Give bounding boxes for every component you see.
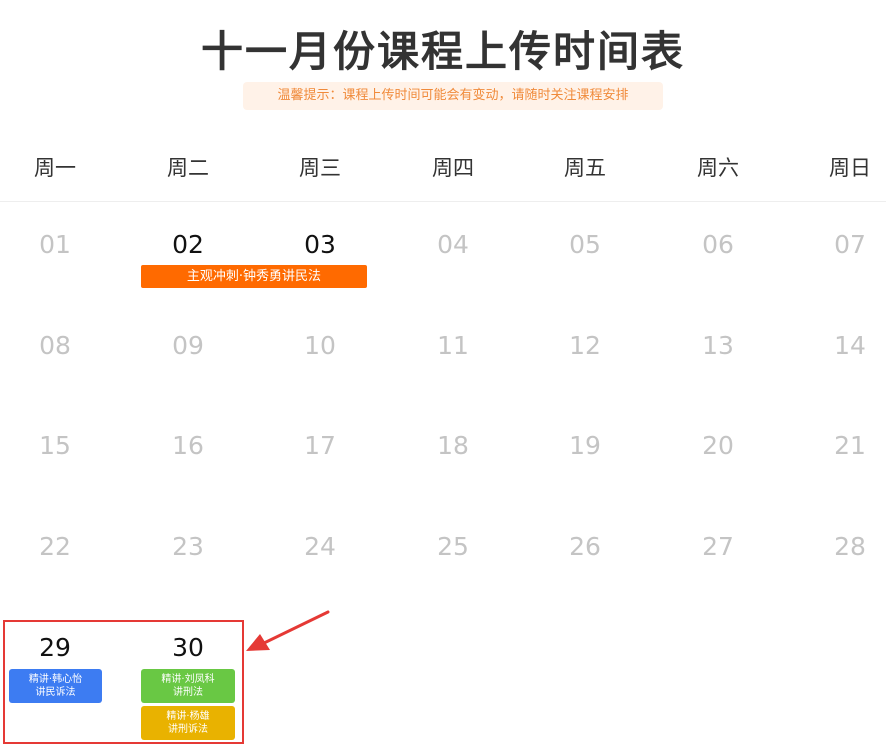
day-28[interactable]: 28 — [810, 532, 886, 561]
day-12[interactable]: 12 — [545, 331, 625, 360]
day-02[interactable]: 02 — [148, 230, 228, 259]
warm-tip-banner: 温馨提示：课程上传时间可能会有变动，请随时关注课程安排 — [243, 82, 663, 110]
page-title: 十一月份课程上传时间表 — [200, 27, 685, 76]
day-27[interactable]: 27 — [678, 532, 758, 561]
weekday-sun: 周日 — [829, 156, 871, 180]
day-26[interactable]: 26 — [545, 532, 625, 561]
day-19[interactable]: 19 — [545, 431, 625, 460]
day-25[interactable]: 25 — [413, 532, 493, 561]
day-04[interactable]: 04 — [413, 230, 493, 259]
day-03[interactable]: 03 — [280, 230, 360, 259]
day-11[interactable]: 11 — [413, 331, 493, 360]
weekday-thu: 周四 — [432, 156, 474, 180]
weekday-wed: 周三 — [299, 156, 341, 180]
day-17[interactable]: 17 — [280, 431, 360, 460]
weekday-mon: 周一 — [34, 156, 76, 180]
day-13[interactable]: 13 — [678, 331, 758, 360]
day-07[interactable]: 07 — [810, 230, 886, 259]
weekday-header: 周一 周二 周三 周四 周五 周六 周日 — [0, 152, 886, 188]
day-10[interactable]: 10 — [280, 331, 360, 360]
day-01[interactable]: 01 — [15, 230, 95, 259]
day-20[interactable]: 20 — [678, 431, 758, 460]
annotation-arrow-icon — [246, 610, 330, 651]
day-23[interactable]: 23 — [148, 532, 228, 561]
day-21[interactable]: 21 — [810, 431, 886, 460]
header-divider — [0, 201, 886, 202]
day-08[interactable]: 08 — [15, 331, 95, 360]
day-05[interactable]: 05 — [545, 230, 625, 259]
annotation-highlight-box — [3, 620, 244, 744]
weekday-sat: 周六 — [697, 156, 739, 180]
day-18[interactable]: 18 — [413, 431, 493, 460]
day-09[interactable]: 09 — [148, 331, 228, 360]
day-16[interactable]: 16 — [148, 431, 228, 460]
weekday-fri: 周五 — [564, 156, 606, 180]
day-06[interactable]: 06 — [678, 230, 758, 259]
day-22[interactable]: 22 — [15, 532, 95, 561]
day-15[interactable]: 15 — [15, 431, 95, 460]
event-zhong-xiuyong-civil-law[interactable]: 主观冲刺·钟秀勇讲民法 — [141, 265, 367, 288]
day-14[interactable]: 14 — [810, 331, 886, 360]
weekday-tue: 周二 — [167, 156, 209, 180]
day-24[interactable]: 24 — [280, 532, 360, 561]
